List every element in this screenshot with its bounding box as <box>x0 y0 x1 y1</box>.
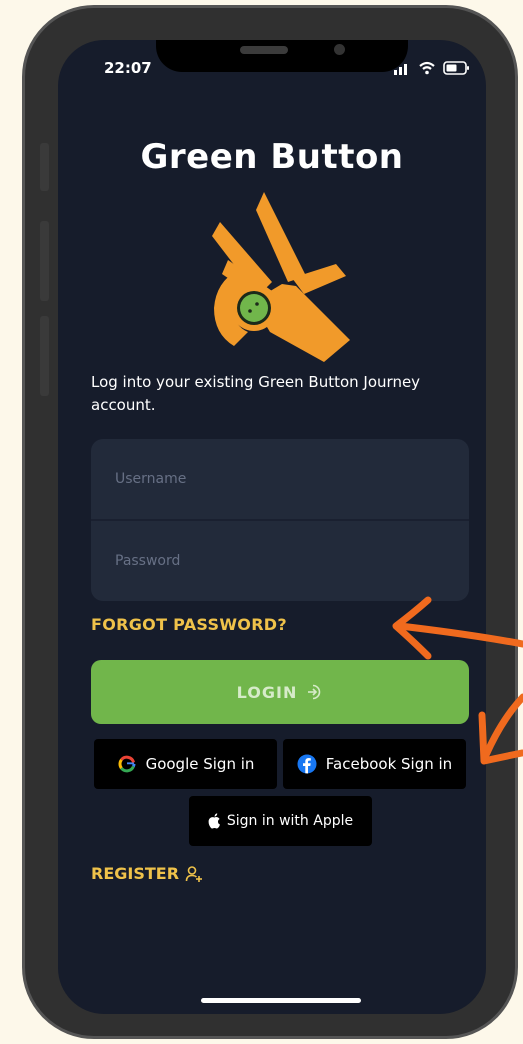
login-form <box>91 439 469 601</box>
app-title: Green Button <box>140 137 404 177</box>
apple-sign-in-button[interactable]: Sign in with Apple <box>189 796 372 846</box>
phone-volume-up <box>40 221 49 301</box>
phone-side-button <box>40 143 49 191</box>
facebook-sign-in-button[interactable]: Facebook Sign in <box>283 739 466 789</box>
phone-notch <box>156 40 408 72</box>
register-label: REGISTER <box>91 864 180 883</box>
signal-icon <box>394 64 407 75</box>
apple-icon <box>208 813 220 829</box>
google-icon <box>118 755 136 773</box>
intro-text: Log into your existing Green Button Jour… <box>91 373 421 414</box>
google-sign-in-button[interactable]: Google Sign in <box>94 739 277 789</box>
wifi-icon <box>419 61 435 75</box>
battery-icon <box>443 61 469 75</box>
username-input[interactable] <box>91 439 469 519</box>
speaker-grille <box>240 46 288 54</box>
camera-dot <box>334 44 345 55</box>
ok-hand-button-icon <box>212 192 350 362</box>
home-indicator <box>201 998 361 1003</box>
phone-volume-down <box>40 316 49 396</box>
facebook-icon <box>297 754 317 774</box>
status-time: 22:07 <box>104 59 152 77</box>
login-button-label: LOGIN <box>236 682 298 702</box>
login-button[interactable]: LOGIN <box>91 660 469 724</box>
password-input[interactable] <box>91 521 469 601</box>
login-arrow-icon <box>308 684 321 700</box>
apple-sign-in-label: Sign in with Apple <box>226 813 354 829</box>
status-icons <box>394 61 469 75</box>
register-link[interactable]: REGISTER <box>91 864 203 883</box>
app-screen: 22:07 Green Button Log into your existin… <box>58 40 486 1014</box>
annotation-arrow-forgot <box>392 596 523 660</box>
annotation-arrow-login <box>478 693 523 765</box>
forgot-password-link[interactable]: FORGOT PASSWORD? <box>91 615 287 634</box>
google-sign-in-label: Google Sign in <box>145 755 255 773</box>
add-user-icon <box>185 865 203 882</box>
facebook-sign-in-label: Facebook Sign in <box>325 755 453 773</box>
